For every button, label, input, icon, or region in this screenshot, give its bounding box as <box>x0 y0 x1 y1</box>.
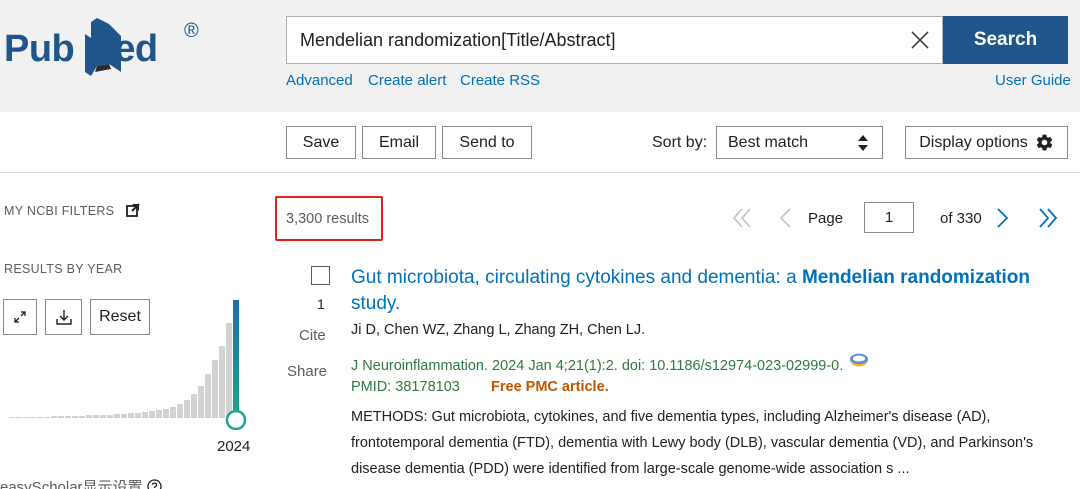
cite-button[interactable]: Cite <box>299 327 326 344</box>
year-bar[interactable] <box>37 417 43 418</box>
year-bar[interactable] <box>205 374 211 418</box>
double-chevron-left-icon[interactable] <box>730 206 754 230</box>
year-bar[interactable] <box>100 415 106 418</box>
page-label: Page <box>808 210 844 227</box>
logo-book-icon <box>85 18 121 76</box>
sort-select[interactable]: Best match <box>716 126 883 159</box>
year-bar[interactable] <box>58 416 64 418</box>
advanced-search-link[interactable]: Advanced <box>286 72 353 89</box>
year-bar[interactable] <box>191 394 197 418</box>
year-bar[interactable] <box>156 410 162 418</box>
email-button[interactable]: Email <box>362 126 436 159</box>
user-guide-link[interactable]: User Guide <box>995 72 1071 89</box>
results-count: 3,300 results <box>286 211 370 227</box>
year-bar[interactable] <box>16 417 22 418</box>
year-bar[interactable] <box>79 416 85 418</box>
chevron-right-icon[interactable] <box>995 206 1011 230</box>
my-ncbi-filters-label: MY NCBI FILTERS <box>4 204 115 218</box>
my-ncbi-filters-heading[interactable]: MY NCBI FILTERS <box>4 203 140 218</box>
easyscholar-label: easyScholar显示设置 <box>0 479 143 489</box>
year-bar[interactable] <box>128 413 134 418</box>
result-checkbox[interactable] <box>311 266 330 285</box>
logo-text-left: Pub <box>4 28 75 70</box>
year-bar[interactable] <box>107 415 113 418</box>
year-bar[interactable] <box>212 360 218 418</box>
year-bar[interactable] <box>170 407 176 418</box>
search-box <box>286 16 943 64</box>
pubmed-logo[interactable]: Pub ed ® <box>4 14 214 78</box>
easyscholar-settings[interactable]: easyScholar显示设置 <box>0 476 162 489</box>
close-icon <box>911 31 929 49</box>
results-by-year-heading: RESULTS BY YEAR <box>4 262 123 276</box>
sort-value: Best match <box>728 133 809 151</box>
title-end: study. <box>351 293 401 314</box>
year-bar[interactable] <box>121 414 127 418</box>
title-text: Gut microbiota, circulating cytokines an… <box>351 267 802 288</box>
year-bar[interactable] <box>226 323 232 418</box>
year-bar[interactable] <box>9 417 15 418</box>
year-slider-handle[interactable] <box>225 409 247 430</box>
send-to-button[interactable]: Send to <box>442 126 532 159</box>
year-slider-label: 2024 <box>217 438 251 455</box>
result-number: 1 <box>317 296 325 312</box>
year-bar[interactable] <box>142 412 148 418</box>
year-bar[interactable] <box>219 346 225 418</box>
sort-by-label: Sort by: <box>652 134 708 151</box>
year-bar[interactable] <box>72 416 78 418</box>
result-authors: Ji D, Chen WZ, Zhang L, Zhang ZH, Chen L… <box>351 322 646 338</box>
clear-search-button[interactable] <box>897 17 943 63</box>
search-input[interactable] <box>287 17 897 63</box>
create-alert-link[interactable]: Create alert <box>368 72 446 89</box>
title-highlight: Mendelian randomization <box>801 267 1030 288</box>
chevron-left-icon[interactable] <box>777 206 793 230</box>
external-link-icon <box>126 203 140 217</box>
result-title-link[interactable]: Gut microbiota, circulating cytokines an… <box>351 265 1066 317</box>
results-by-year-chart[interactable] <box>4 300 250 430</box>
ezproxy-icon[interactable] <box>848 352 870 368</box>
year-bar[interactable] <box>65 416 71 418</box>
year-bar[interactable] <box>114 414 120 418</box>
display-options-label: Display options <box>919 133 1028 151</box>
create-rss-link[interactable]: Create RSS <box>460 72 540 89</box>
citation-text: J Neuroinflammation. 2024 Jan 4;21(1):2.… <box>351 358 844 374</box>
share-button[interactable]: Share <box>287 363 327 380</box>
year-bar[interactable] <box>135 413 141 418</box>
double-chevron-right-icon[interactable] <box>1036 206 1060 230</box>
free-pmc-badge: Free PMC article. <box>491 379 609 395</box>
display-options-button[interactable]: Display options <box>905 126 1068 159</box>
year-bar[interactable] <box>184 400 190 418</box>
year-bar[interactable] <box>177 404 183 418</box>
search-button[interactable]: Search <box>943 16 1068 64</box>
result-snippet: METHODS: Gut microbiota, cytokines, and … <box>351 409 1034 477</box>
page-number-input[interactable]: 1 <box>864 202 914 233</box>
page-total: of 330 <box>940 210 982 227</box>
gear-icon <box>1036 134 1052 151</box>
result-pmid: PMID: 38178103 <box>351 379 460 395</box>
sort-arrows-icon <box>858 135 868 151</box>
year-bar[interactable] <box>86 415 92 418</box>
year-bar-current[interactable] <box>233 300 239 418</box>
registered-mark: ® <box>184 20 199 42</box>
year-bar[interactable] <box>30 417 36 418</box>
year-bar[interactable] <box>198 386 204 418</box>
save-button[interactable]: Save <box>286 126 356 159</box>
help-circle-icon <box>147 479 162 489</box>
year-bar[interactable] <box>149 411 155 418</box>
year-bar[interactable] <box>93 415 99 418</box>
year-bar[interactable] <box>51 416 57 418</box>
toolbar-divider <box>0 172 1080 173</box>
result-citation: J Neuroinflammation. 2024 Jan 4;21(1):2.… <box>351 352 870 374</box>
year-bar[interactable] <box>44 417 50 418</box>
year-bar[interactable] <box>23 417 29 418</box>
year-bar[interactable] <box>163 409 169 418</box>
